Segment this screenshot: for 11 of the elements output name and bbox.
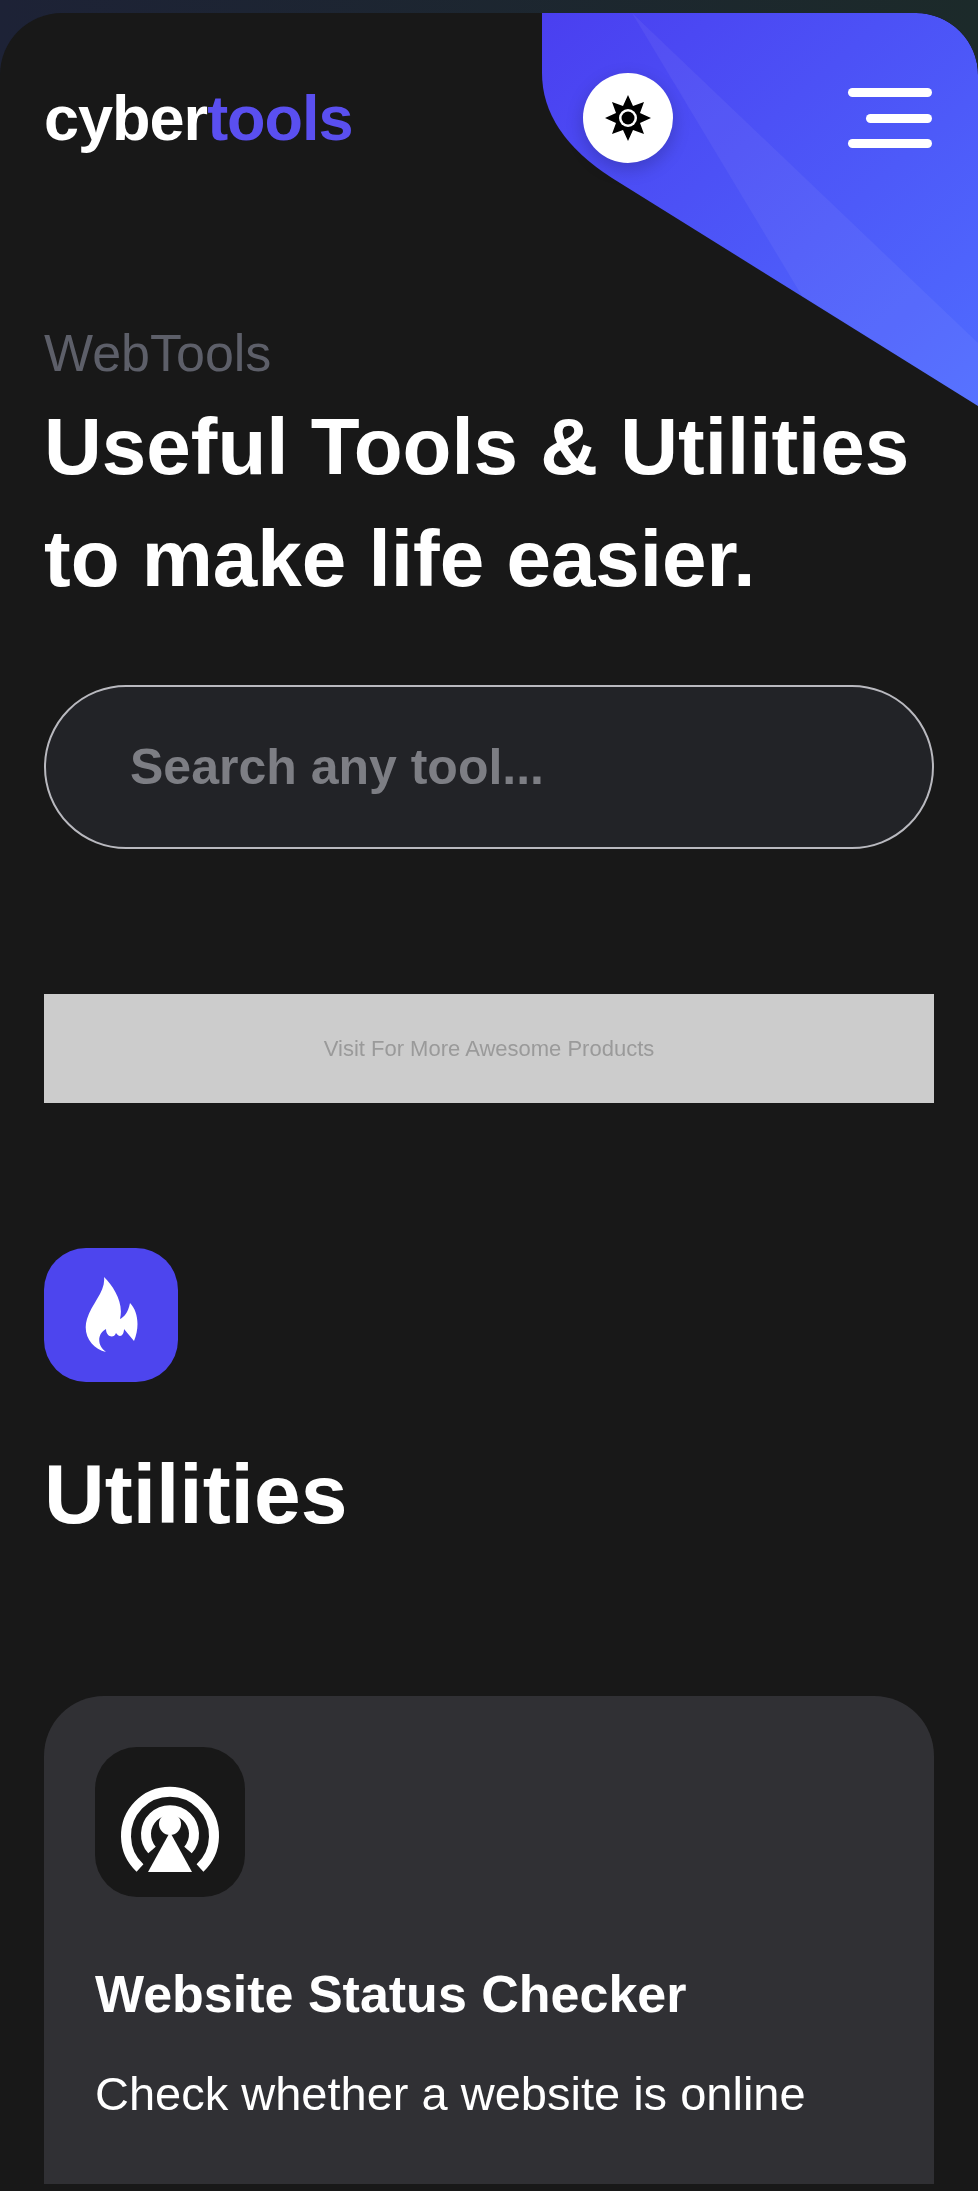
tool-description: Check whether a website is online (95, 2066, 807, 2122)
flame-icon (84, 1277, 138, 1353)
tool-card[interactable]: Website Status Checker Check whether a website is online (44, 1696, 934, 2184)
section-title: Utilities (44, 1446, 349, 1543)
tool-title[interactable]: Website Status Checker (95, 1962, 883, 2026)
hero-heading: Useful Tools & Utilities to make life easier. (44, 401, 911, 605)
menu-button[interactable] (848, 88, 932, 148)
sun-icon (604, 94, 652, 142)
logo[interactable]: cybertools (44, 82, 353, 154)
search-field[interactable]: Search any tool... (44, 685, 934, 849)
eyebrow-text: WebTools (44, 323, 273, 383)
